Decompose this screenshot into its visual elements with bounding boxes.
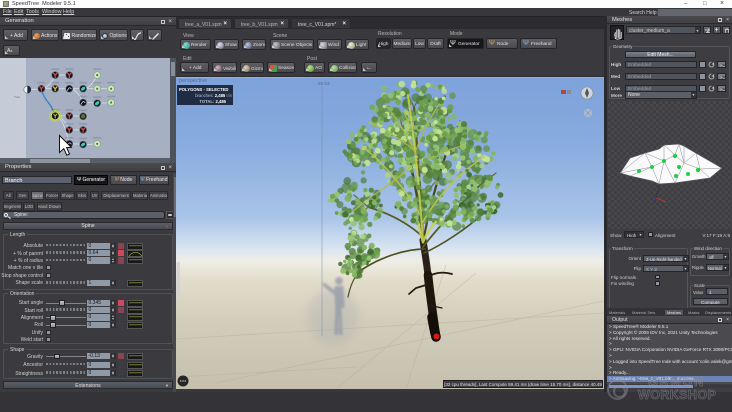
svg-text:25.53: 25.53 — [318, 81, 330, 86]
svg-text:Tree: Tree — [14, 95, 20, 99]
